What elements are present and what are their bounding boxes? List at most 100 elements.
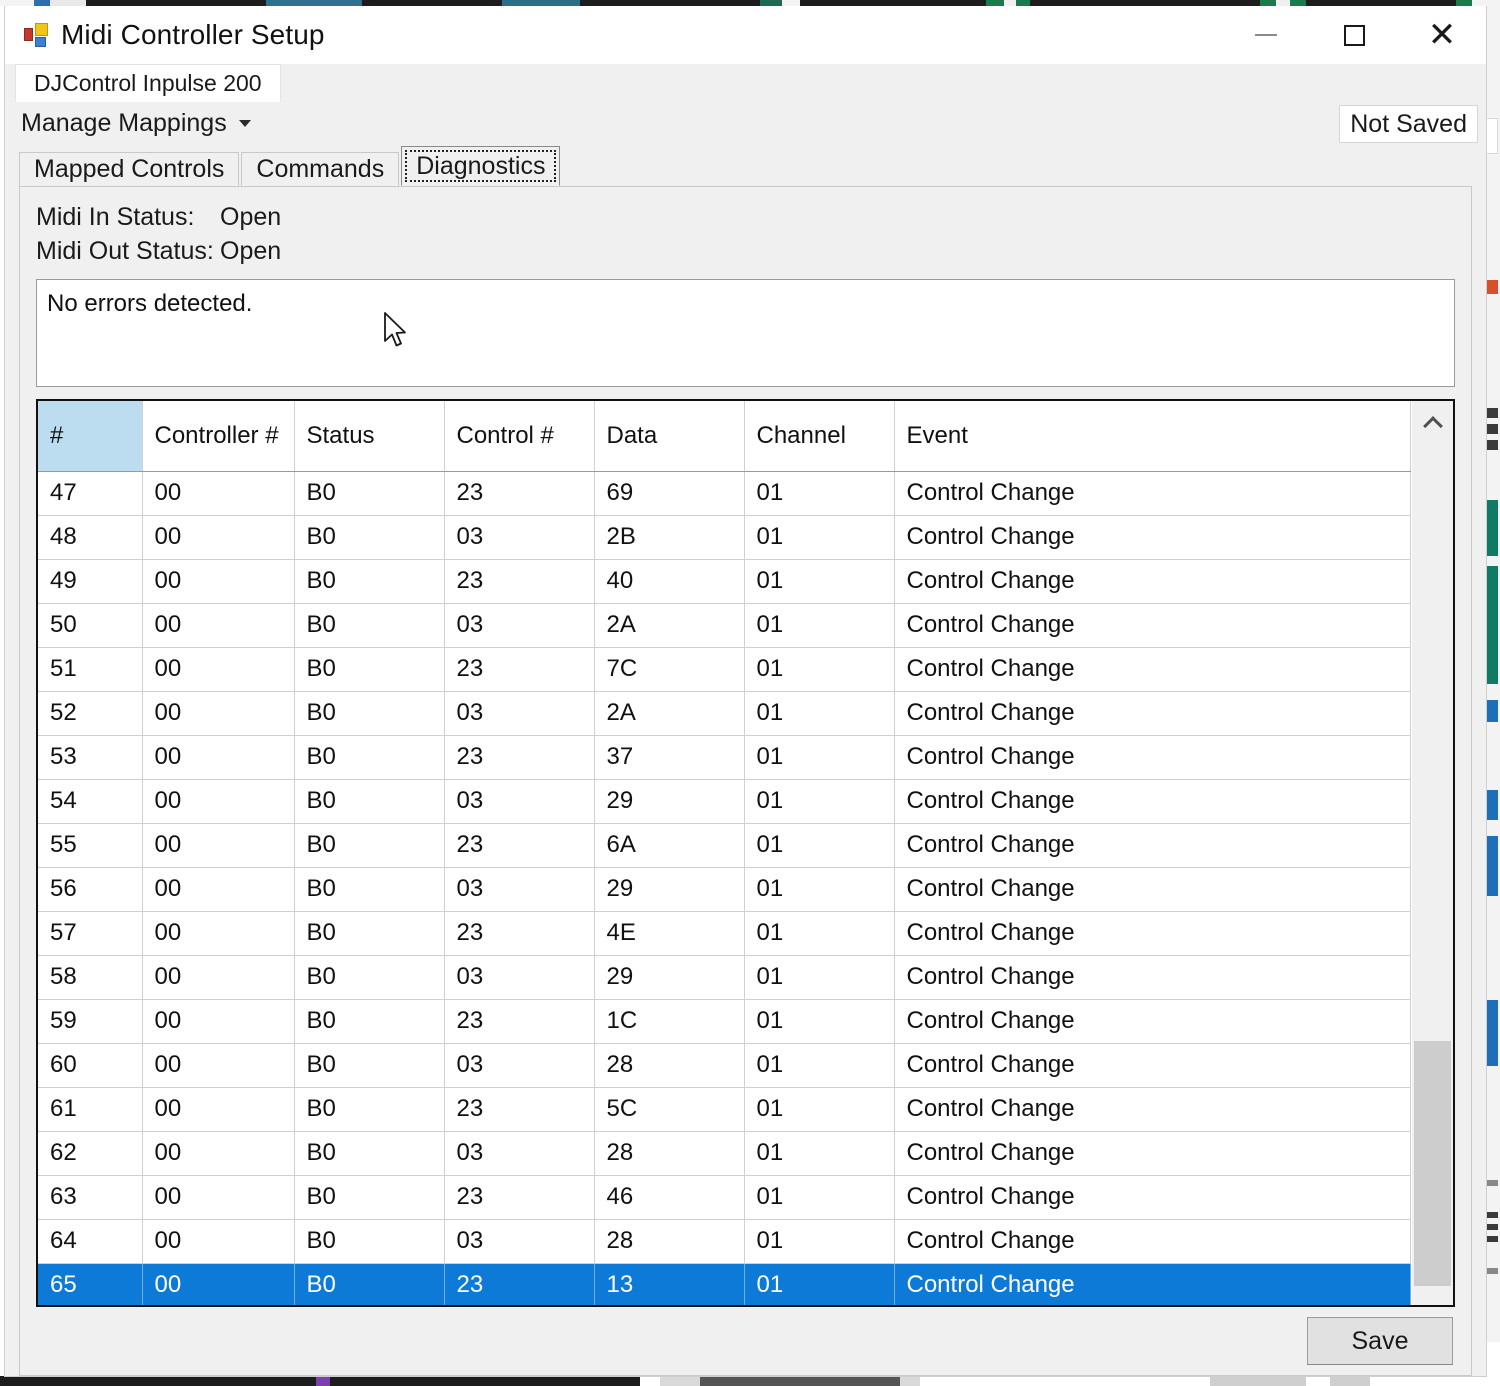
device-tab-label: DJControl Inpulse 200 bbox=[34, 70, 262, 96]
column-header-data[interactable]: Data bbox=[594, 401, 745, 472]
scrollbar-thumb[interactable] bbox=[1414, 1041, 1451, 1286]
table-row[interactable]: 57 00 B0 23 4E 01 Control Change bbox=[38, 911, 1411, 956]
table-cell-controller: 00 bbox=[142, 735, 295, 780]
table-cell-control: 23 bbox=[444, 647, 595, 692]
table-cell-channel: 01 bbox=[744, 1219, 895, 1264]
menu-manage-mappings[interactable]: Manage Mappings bbox=[21, 106, 259, 141]
minimize-icon bbox=[1255, 34, 1277, 36]
column-header-control[interactable]: Control # bbox=[444, 401, 595, 472]
table-cell-data: 2B bbox=[594, 515, 745, 560]
table-row[interactable]: 63 00 B0 23 46 01 Control Change bbox=[38, 1175, 1411, 1220]
table-body: 47 00 B0 23 69 01 Control Change 48 00 B0 03 2B 01 Co… bbox=[38, 471, 1411, 1305]
table-row[interactable]: 50 00 B0 03 2A 01 Control Change bbox=[38, 603, 1411, 648]
table-row[interactable]: 65 00 B0 23 13 01 Control Change bbox=[38, 1263, 1411, 1305]
table-cell-control: 23 bbox=[444, 735, 595, 780]
table-cell-controller: 00 bbox=[142, 1043, 295, 1088]
table-cell-control: 23 bbox=[444, 1087, 595, 1132]
table-cell-: 62 bbox=[38, 1131, 143, 1176]
table-row[interactable]: 54 00 B0 03 29 01 Control Change bbox=[38, 779, 1411, 824]
table-row[interactable]: 49 00 B0 23 40 01 Control Change bbox=[38, 559, 1411, 604]
table-cell-: 58 bbox=[38, 955, 143, 1000]
table-row[interactable]: 55 00 B0 23 6A 01 Control Change bbox=[38, 823, 1411, 868]
column-header-number[interactable]: # bbox=[38, 401, 143, 472]
table-cell-event: Control Change bbox=[894, 823, 1411, 868]
table-cell-: 52 bbox=[38, 691, 143, 736]
maximize-button[interactable] bbox=[1310, 6, 1398, 64]
table-cell-data: 28 bbox=[594, 1131, 745, 1176]
grid-vertical-scrollbar[interactable] bbox=[1411, 401, 1453, 1305]
table-cell-event: Control Change bbox=[894, 955, 1411, 1000]
table-cell-controller: 00 bbox=[142, 1219, 295, 1264]
table-cell-event: Control Change bbox=[894, 1219, 1411, 1264]
table-row[interactable]: 47 00 B0 23 69 01 Control Change bbox=[38, 471, 1411, 516]
table-cell-status: B0 bbox=[294, 1219, 445, 1264]
window-title: Midi Controller Setup bbox=[61, 19, 325, 50]
tab-diagnostics[interactable]: Diagnostics bbox=[401, 146, 561, 186]
table-header: # Controller # Status Control # Data Cha… bbox=[38, 401, 1411, 472]
column-header-controller[interactable]: Controller # bbox=[142, 401, 295, 472]
table-cell-data: 4E bbox=[594, 911, 745, 956]
table-row[interactable]: 48 00 B0 03 2B 01 Control Change bbox=[38, 515, 1411, 560]
table-row[interactable]: 53 00 B0 23 37 01 Control Change bbox=[38, 735, 1411, 780]
column-header-event[interactable]: Event bbox=[894, 401, 1411, 472]
tab-commands[interactable]: Commands bbox=[241, 152, 400, 186]
table-cell-data: 6A bbox=[594, 823, 745, 868]
chevron-up-icon bbox=[1422, 415, 1443, 436]
table-row[interactable]: 52 00 B0 03 2A 01 Control Change bbox=[38, 691, 1411, 736]
table-cell-control: 03 bbox=[444, 867, 595, 912]
table-cell-channel: 01 bbox=[744, 955, 895, 1000]
tab-commands-label: Commands bbox=[256, 155, 385, 183]
midi-in-status-label: Midi In Status: bbox=[36, 203, 195, 231]
table-row[interactable]: 62 00 B0 03 28 01 Control Change bbox=[38, 1131, 1411, 1176]
error-log-textbox[interactable]: No errors detected. bbox=[36, 279, 1455, 387]
table-cell-: 48 bbox=[38, 515, 143, 560]
table-cell-event: Control Change bbox=[894, 559, 1411, 604]
table-cell-event: Control Change bbox=[894, 515, 1411, 560]
table-cell-data: 46 bbox=[594, 1175, 745, 1220]
table-cell-control: 03 bbox=[444, 603, 595, 648]
table-cell-controller: 00 bbox=[142, 1087, 295, 1132]
table-cell-event: Control Change bbox=[894, 1175, 1411, 1220]
table-cell-control: 03 bbox=[444, 1219, 595, 1264]
table-row[interactable]: 64 00 B0 03 28 01 Control Change bbox=[38, 1219, 1411, 1264]
table-cell-status: B0 bbox=[294, 999, 445, 1044]
table-cell-controller: 00 bbox=[142, 911, 295, 956]
error-log-text: No errors detected. bbox=[47, 290, 253, 317]
midi-out-status-value: Open bbox=[220, 237, 282, 265]
tab-mapped-controls[interactable]: Mapped Controls bbox=[19, 152, 240, 186]
column-header-status[interactable]: Status bbox=[294, 401, 445, 472]
table-cell-: 47 bbox=[38, 471, 143, 516]
close-button[interactable]: ✕ bbox=[1398, 6, 1486, 64]
minimize-button[interactable] bbox=[1222, 6, 1310, 64]
table-cell-data: 28 bbox=[594, 1219, 745, 1264]
table-row[interactable]: 58 00 B0 03 29 01 Control Change bbox=[38, 955, 1411, 1000]
table-cell-event: Control Change bbox=[894, 647, 1411, 692]
table-cell-data: 37 bbox=[594, 735, 745, 780]
midi-status-block: Midi In Status: Open Midi Out Status: Op… bbox=[36, 203, 281, 271]
table-cell-event: Control Change bbox=[894, 1087, 1411, 1132]
table-cell-control: 23 bbox=[444, 559, 595, 604]
table-cell-channel: 01 bbox=[744, 559, 895, 604]
table-cell-data: 5C bbox=[594, 1087, 745, 1132]
table-cell-: 65 bbox=[38, 1263, 143, 1305]
scrollbar-up-button[interactable] bbox=[1412, 401, 1453, 445]
table-row[interactable]: 59 00 B0 23 1C 01 Control Change bbox=[38, 999, 1411, 1044]
table-row[interactable]: 51 00 B0 23 7C 01 Control Change bbox=[38, 647, 1411, 692]
table-cell-event: Control Change bbox=[894, 735, 1411, 780]
table-cell-channel: 01 bbox=[744, 515, 895, 560]
column-header-channel[interactable]: Channel bbox=[744, 401, 895, 472]
table-cell-event: Control Change bbox=[894, 999, 1411, 1044]
midi-in-status-value: Open bbox=[220, 203, 282, 231]
table-row[interactable]: 56 00 B0 03 29 01 Control Change bbox=[38, 867, 1411, 912]
table-cell-control: 03 bbox=[444, 1131, 595, 1176]
table-cell-control: 23 bbox=[444, 471, 595, 516]
app-window-icon bbox=[23, 22, 49, 48]
save-button[interactable]: Save bbox=[1307, 1317, 1453, 1365]
table-cell-: 54 bbox=[38, 779, 143, 824]
close-icon: ✕ bbox=[1427, 16, 1457, 54]
table-row[interactable]: 61 00 B0 23 5C 01 Control Change bbox=[38, 1087, 1411, 1132]
table-row[interactable]: 60 00 B0 03 28 01 Control Change bbox=[38, 1043, 1411, 1088]
table-cell-channel: 01 bbox=[744, 1043, 895, 1088]
device-tab-djcontrol-inpulse-200[interactable]: DJControl Inpulse 200 bbox=[15, 64, 281, 102]
table-cell-: 57 bbox=[38, 911, 143, 956]
